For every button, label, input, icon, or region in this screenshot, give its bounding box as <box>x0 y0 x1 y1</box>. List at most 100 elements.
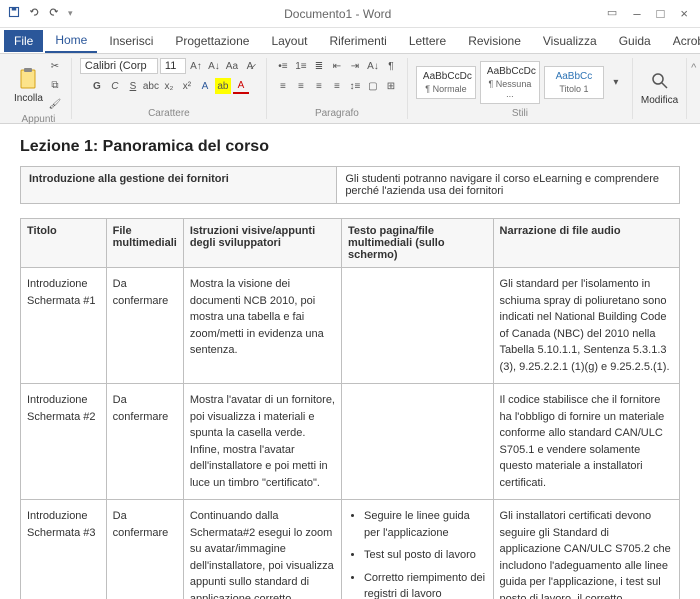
justify-icon[interactable]: ≡ <box>329 78 345 94</box>
group-styles: AaBbCcDc ¶ Normale AaBbCcDc ¶ Nessuna ..… <box>408 58 633 119</box>
tab-review[interactable]: Revisione <box>458 30 531 52</box>
ribbon: Incolla ✂ ⧉ 🖌 Appunti Calibri (Corp 11 A… <box>0 54 700 124</box>
paste-button[interactable]: Incolla <box>14 67 43 104</box>
decrease-font-icon[interactable]: A↓ <box>206 58 222 74</box>
tab-layout[interactable]: Layout <box>261 30 317 52</box>
borders-icon[interactable]: ⊞ <box>383 78 399 94</box>
redo-icon[interactable] <box>48 6 60 21</box>
undo-icon[interactable] <box>28 6 40 21</box>
styles-more-icon[interactable]: ▾ <box>608 74 624 90</box>
close-icon[interactable]: × <box>680 6 688 21</box>
cell-screen: Seguire le linee guida per l'applicazion… <box>341 500 493 599</box>
group-font: Calibri (Corp 11 A↑ A↓ Aa A̷ G C S abc x… <box>72 58 267 119</box>
tab-home[interactable]: Home <box>45 29 97 53</box>
col-screen: Testo pagina/file multimediali (sullo sc… <box>341 219 493 268</box>
ribbon-display-icon[interactable]: ▭ <box>607 6 617 21</box>
cell-media: Da confermare <box>106 268 183 384</box>
subscript-icon[interactable]: x₂ <box>161 78 177 94</box>
font-name-select[interactable]: Calibri (Corp <box>80 58 158 74</box>
window-title: Documento1 - Word <box>81 7 595 21</box>
cell-narration: Gli installatori certificati devono segu… <box>493 500 679 599</box>
save-icon[interactable] <box>8 6 20 21</box>
clear-formatting-icon[interactable]: A̷ <box>242 58 258 74</box>
minimize-icon[interactable]: – <box>633 6 640 21</box>
bullets-icon[interactable]: •≡ <box>275 58 291 74</box>
qat-more-icon[interactable]: ▾ <box>68 8 73 19</box>
decrease-indent-icon[interactable]: ⇤ <box>329 58 345 74</box>
align-left-icon[interactable]: ≡ <box>275 78 291 94</box>
document-area[interactable]: Lezione 1: Panoramica del corso Introduz… <box>0 124 700 599</box>
ribbon-tabs: File Home Inserisci Progettazione Layout… <box>0 28 700 54</box>
highlight-icon[interactable]: ab <box>215 78 231 94</box>
italic-icon[interactable]: C <box>107 78 123 94</box>
document-title: Lezione 1: Panoramica del corso <box>20 138 680 156</box>
tab-insert[interactable]: Inserisci <box>99 30 163 52</box>
cell-screen <box>341 384 493 500</box>
table-row: Introduzione Schermata #1Da confermareMo… <box>21 268 680 384</box>
paste-icon <box>16 67 40 91</box>
cell-media: Da confermare <box>106 384 183 500</box>
maximize-icon[interactable]: □ <box>657 6 665 21</box>
align-center-icon[interactable]: ≡ <box>293 78 309 94</box>
tab-view[interactable]: Visualizza <box>533 30 607 52</box>
font-color-icon[interactable]: A <box>233 78 249 94</box>
cell-instructions: Mostra l'avatar di un fornitore, poi vis… <box>183 384 341 500</box>
tab-references[interactable]: Riferimenti <box>319 30 396 52</box>
cut-icon[interactable]: ✂ <box>47 58 63 74</box>
editing-label: Modifica <box>641 95 678 106</box>
list-item: Test sul posto di lavoro <box>364 547 487 564</box>
group-paragraph: •≡ 1≡ ≣ ⇤ ⇥ A↓ ¶ ≡ ≡ ≡ ≡ ↕≡ ▢ ⊞ Paragraf… <box>267 58 408 119</box>
superscript-icon[interactable]: x² <box>179 78 195 94</box>
line-spacing-icon[interactable]: ↕≡ <box>347 78 363 94</box>
group-editing-label <box>641 117 678 119</box>
style-normal[interactable]: AaBbCcDc ¶ Normale <box>416 66 476 99</box>
style-heading1[interactable]: AaBbCc Titolo 1 <box>544 66 604 99</box>
numbering-icon[interactable]: 1≡ <box>293 58 309 74</box>
cell-narration: Il codice stabilisce che il fornitore ha… <box>493 384 679 500</box>
strikethrough-icon[interactable]: abc <box>143 78 159 94</box>
cell-media: Da confermare <box>106 500 183 599</box>
text-effects-icon[interactable]: A <box>197 78 213 94</box>
cell-title: Introduzione Schermata #3 <box>21 500 107 599</box>
col-media: File multimediali <box>106 219 183 268</box>
increase-indent-icon[interactable]: ⇥ <box>347 58 363 74</box>
show-marks-icon[interactable]: ¶ <box>383 58 399 74</box>
table-header-row: Titolo File multimediali Istruzioni visi… <box>21 219 680 268</box>
tab-file[interactable]: File <box>4 30 43 52</box>
style-name: ¶ Normale <box>423 84 469 94</box>
intro-table: Introduzione alla gestione dei fornitori… <box>20 166 680 204</box>
group-clipboard: Incolla ✂ ⧉ 🖌 Appunti <box>6 58 72 119</box>
cell-screen <box>341 268 493 384</box>
style-name: ¶ Nessuna ... <box>487 79 533 99</box>
bold-icon[interactable]: G <box>89 78 105 94</box>
titlebar: ▾ Documento1 - Word ▭ – □ × <box>0 0 700 28</box>
list-item: Seguire le linee guida per l'applicazion… <box>364 508 487 541</box>
tab-acrobat[interactable]: Acrobat <box>663 30 700 52</box>
collapse-ribbon-icon[interactable]: ^ <box>687 58 700 119</box>
change-case-icon[interactable]: Aa <box>224 58 240 74</box>
group-font-label: Carattere <box>80 106 258 119</box>
format-painter-icon[interactable]: 🖌 <box>47 96 63 112</box>
editing-button[interactable]: Modifica <box>641 69 678 106</box>
editing-icon <box>648 69 672 93</box>
copy-icon[interactable]: ⧉ <box>47 77 63 93</box>
style-preview: AaBbCcDc <box>487 66 533 77</box>
sort-icon[interactable]: A↓ <box>365 58 381 74</box>
table-row: Introduzione Schermata #3Da confermareCo… <box>21 500 680 599</box>
underline-icon[interactable]: S <box>125 78 141 94</box>
align-right-icon[interactable]: ≡ <box>311 78 327 94</box>
style-preview: AaBbCc <box>551 71 597 82</box>
tab-help[interactable]: Guida <box>609 30 661 52</box>
font-size-select[interactable]: 11 <box>160 58 186 74</box>
tab-design[interactable]: Progettazione <box>165 30 259 52</box>
tab-mailings[interactable]: Lettere <box>399 30 456 52</box>
quick-access-toolbar: ▾ <box>0 6 81 21</box>
multilevel-icon[interactable]: ≣ <box>311 58 327 74</box>
shading-icon[interactable]: ▢ <box>365 78 381 94</box>
cell-instructions: Mostra la visione dei documenti NCB 2010… <box>183 268 341 384</box>
group-styles-label: Stili <box>416 106 624 119</box>
style-nospacing[interactable]: AaBbCcDc ¶ Nessuna ... <box>480 61 540 104</box>
group-editing: Modifica <box>633 58 687 119</box>
paste-label: Incolla <box>14 93 43 104</box>
increase-font-icon[interactable]: A↑ <box>188 58 204 74</box>
